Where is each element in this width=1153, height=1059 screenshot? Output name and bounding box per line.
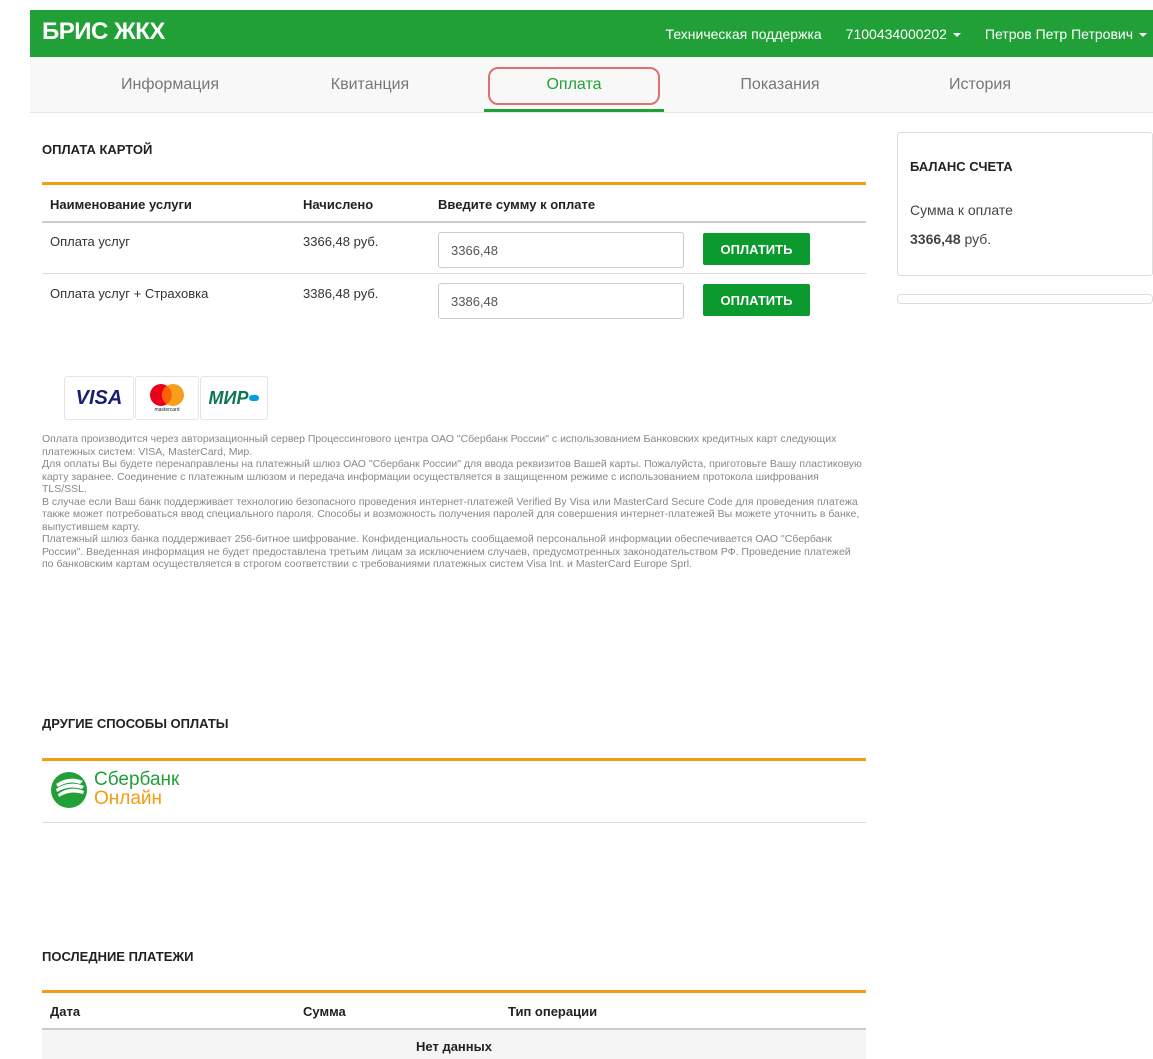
last-payments-divider [42, 990, 866, 993]
no-data-text: Нет данных [416, 1039, 492, 1054]
charged-value: 3386,48 руб. [303, 286, 379, 301]
top-nav-right: Техническая поддержка 7100434000202 Петр… [642, 10, 1153, 57]
disclaimer-paragraph: В случае если Ваш банк поддерживает техн… [42, 495, 860, 533]
col-amount: Введите сумму к оплате [438, 197, 596, 212]
top-navbar: БРИС ЖКХ Техническая поддержка 710043400… [30, 10, 1153, 57]
charged-value: 3366,48 руб. [303, 234, 379, 249]
mir-text: МИР [208, 387, 249, 408]
balance-value: 3366,48 [910, 231, 961, 247]
other-methods-divider [42, 758, 866, 761]
sberbank-logo-icon [51, 772, 87, 808]
account-dropdown[interactable]: 7100434000202 [846, 26, 961, 42]
amount-input[interactable]: 3386,48 [438, 283, 684, 319]
visa-text: VISA [75, 386, 123, 409]
mir-logo: МИР [200, 376, 268, 420]
visa-logo: VISA [64, 376, 134, 420]
amount-input[interactable]: 3366,48 [438, 232, 684, 268]
col-date: Дата [50, 1004, 81, 1019]
balance-label: Сумма к оплате [910, 202, 1013, 218]
card-payment-title: ОПЛАТА КАРТОЙ [42, 142, 153, 157]
balance-currency: руб. [964, 231, 992, 247]
service-name: Оплата услуг [50, 234, 131, 249]
table-header-line [42, 221, 866, 223]
chevron-down-icon [952, 32, 961, 37]
pay-button[interactable]: ОПЛАТИТЬ [703, 233, 810, 265]
online-text: Онлайн [94, 788, 163, 809]
tab-info[interactable]: Информация [80, 57, 260, 112]
col-service: Наименование услуги [50, 197, 192, 212]
disclaimer-paragraph: Для оплаты Вы будете перенаправлены на п… [42, 458, 862, 495]
balance-amount: 3366,48 руб. [910, 231, 991, 247]
col-operation-type: Тип операции [508, 1004, 598, 1019]
disclaimer-paragraph: Оплата производится через авторизационны… [42, 433, 837, 458]
user-name: Петров Петр Петрович [984, 25, 1133, 42]
tab-history[interactable]: История [890, 57, 1070, 112]
main-tabs: Информация Квитанция Оплата Показания Ис… [30, 57, 1153, 113]
other-methods-title: ДРУГИЕ СПОСОБЫ ОПЛАТЫ [42, 716, 229, 731]
other-methods-bottom-line [42, 822, 866, 823]
payment-disclaimer: Оплата производится через авторизационны… [42, 433, 862, 571]
row-divider [42, 273, 866, 274]
mir-arrow-icon [249, 395, 260, 401]
mastercard-logo: mastercard [135, 376, 199, 420]
tab-active-underline [484, 109, 664, 112]
empty-side-panel [897, 294, 1153, 304]
tab-receipt[interactable]: Квитанция [280, 57, 460, 112]
last-payments-title: ПОСЛЕДНИЕ ПЛАТЕЖИ [42, 949, 194, 964]
disclaimer-paragraph: Платежный шлюз банка поддерживает 256-би… [42, 533, 851, 570]
service-name: Оплата услуг + Страховка [50, 286, 209, 301]
account-number: 7100434000202 [845, 25, 947, 42]
chevron-down-icon [1139, 32, 1147, 37]
mastercard-icon [150, 384, 184, 406]
col-sum: Сумма [303, 1004, 346, 1019]
tab-readings[interactable]: Показания [690, 57, 870, 112]
brand-logo[interactable]: БРИС ЖКХ [42, 18, 165, 46]
mastercard-text: mastercard [154, 407, 180, 413]
support-link[interactable]: Техническая поддержка [666, 26, 822, 42]
pay-button[interactable]: ОПЛАТИТЬ [703, 284, 810, 316]
user-dropdown[interactable]: Петров Петр Петрович [985, 26, 1147, 42]
col-charged: Начислено [303, 197, 374, 212]
balance-title: БАЛАНС СЧЕТА [910, 159, 1013, 174]
sberbank-text: Сбербанк [94, 769, 180, 790]
tab-highlight [488, 67, 660, 105]
tab-payment[interactable]: Оплата [484, 57, 664, 112]
sberbank-online-link[interactable]: Сбербанк Онлайн [50, 768, 200, 813]
card-payment-divider [42, 182, 866, 185]
balance-panel: БАЛАНС СЧЕТА Сумма к оплате 3366,48 руб. [897, 132, 1153, 276]
